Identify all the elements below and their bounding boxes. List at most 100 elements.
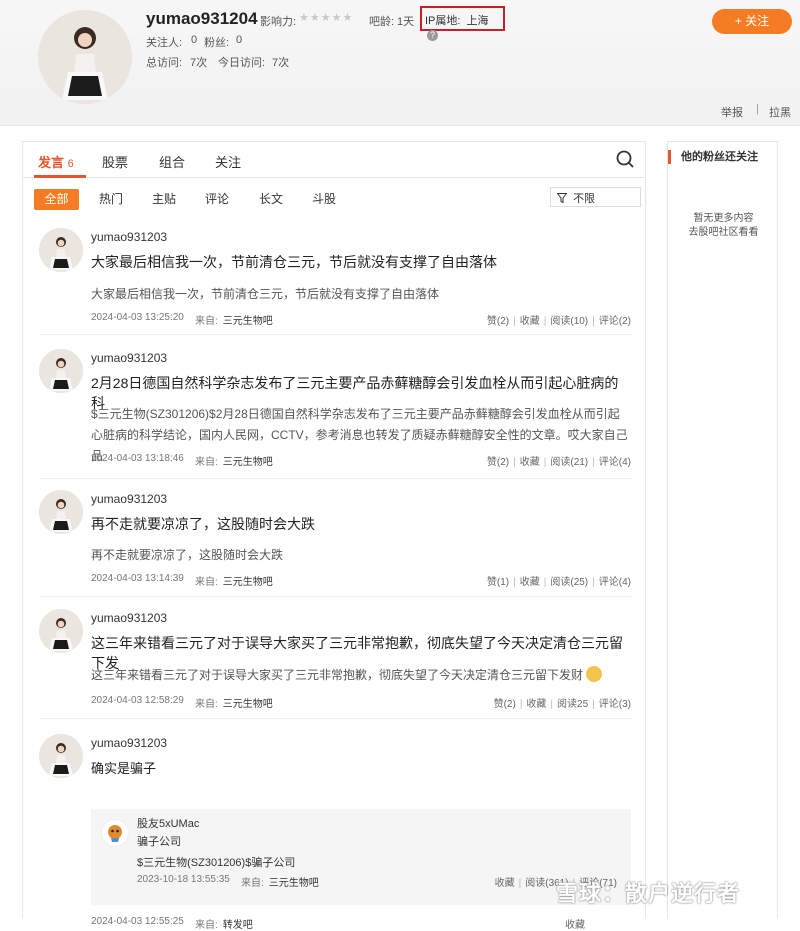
profile-avatar[interactable] <box>38 10 132 104</box>
favorite-link[interactable]: 收藏 <box>526 699 546 710</box>
like-link[interactable]: 赞(2) <box>487 316 509 327</box>
reposted-content[interactable]: 股友5xUMac 骗子公司 $三元生物(SZ301206)$骗子公司 2023-… <box>91 809 631 905</box>
post-time: 2024-04-03 13:18:46 <box>91 453 184 464</box>
post-source-label: 来自: <box>195 316 218 327</box>
tab-portfolio[interactable]: 组合 <box>159 152 185 171</box>
repost-avatar[interactable] <box>101 819 129 847</box>
repost-username[interactable]: 股友5xUMac <box>137 815 199 831</box>
post-source: 来自: 三元生物吧 <box>195 312 273 327</box>
avatar[interactable] <box>39 734 83 778</box>
comment-link[interactable]: 评论(2) <box>599 316 631 327</box>
post-title[interactable]: 再不走就要凉凉了，这股随时会大跌 <box>91 514 315 534</box>
following-label: 关注人: <box>146 37 183 49</box>
favorite-link[interactable]: 收藏 <box>520 316 540 327</box>
total-visits-label: 总访问: <box>146 57 183 69</box>
empty-message: 暂无更多内容 <box>693 213 754 224</box>
post-source-link[interactable]: 三元生物吧 <box>223 316 273 327</box>
like-link[interactable]: 赞(2) <box>487 457 509 468</box>
repost-source: 来自: 三元生物吧 <box>241 874 319 889</box>
avatar[interactable] <box>39 490 83 534</box>
post-source: 来自: 三元生物吧 <box>195 453 273 468</box>
filter-select[interactable]: 不限 <box>550 187 641 207</box>
block-link[interactable]: 拉黑 <box>769 104 791 120</box>
post-stats: 收藏 <box>565 916 585 931</box>
search-icon[interactable] <box>616 150 634 168</box>
avatar[interactable] <box>39 228 83 272</box>
post-source-link[interactable]: 三元生物吧 <box>223 699 273 710</box>
read-count[interactable]: 阅读(21) <box>550 457 588 468</box>
favorite-link[interactable]: 收藏 <box>520 457 540 468</box>
comment-link[interactable]: 评论(4) <box>599 577 631 588</box>
post-source-link[interactable]: 三元生物吧 <box>223 577 273 588</box>
repost-title[interactable]: 骗子公司 <box>137 833 181 849</box>
repost-source-label: 来自: <box>241 878 264 889</box>
post-time: 2024-04-03 12:58:29 <box>91 695 184 706</box>
post-username[interactable]: yumao931203 <box>91 351 167 365</box>
repost-body: $三元生物(SZ301206)$骗子公司 <box>137 857 296 869</box>
tab-follow[interactable]: 关注 <box>215 152 241 171</box>
favorite-link[interactable]: 收藏 <box>495 878 515 889</box>
filter-comment[interactable]: 评论 <box>205 190 229 207</box>
post-username[interactable]: yumao931203 <box>91 230 167 244</box>
ip-value: 上海 <box>466 15 489 27</box>
post-body-text: 这三年来错看三元了对于误导大家买了三元非常抱歉，彻底失望了今天决定清仓三元留下发… <box>91 668 584 682</box>
filter-long-article[interactable]: 长文 <box>259 190 283 207</box>
filter-hot[interactable]: 热门 <box>99 190 123 207</box>
post-username[interactable]: yumao931203 <box>91 492 167 506</box>
post-title[interactable]: 大家最后相信我一次，节前清仓三元，节后就没有支撑了自由落体 <box>91 252 497 272</box>
post-time: 2024-04-03 13:25:20 <box>91 312 184 323</box>
repost-time: 2023-10-18 13:55:35 <box>137 874 230 885</box>
like-link[interactable]: 赞(2) <box>494 699 516 710</box>
comment-link[interactable]: 评论(3) <box>599 699 631 710</box>
fans-count[interactable]: 0 <box>236 34 242 46</box>
post-source: 来自: 转发吧 <box>195 916 253 931</box>
tab-posts-label: 发言 <box>38 155 65 170</box>
favorite-link[interactable]: 收藏 <box>565 920 585 931</box>
comment-link[interactable]: 评论(4) <box>599 457 631 468</box>
post-item: yumao931203 大家最后相信我一次，节前清仓三元，节后就没有支撑了自由落… <box>39 228 631 335</box>
post-source-label: 来自: <box>195 577 218 588</box>
post-body: 这三年来错看三元了对于误导大家买了三元非常抱歉，彻底失望了今天决定清仓三元留下发… <box>91 665 631 686</box>
post-source-link[interactable]: 三元生物吧 <box>223 457 273 468</box>
influence-label: 影响力: <box>260 16 297 28</box>
help-icon[interactable]: ? <box>427 30 438 41</box>
like-link[interactable]: 赞(1) <box>487 577 509 588</box>
header-separator: | <box>756 103 759 115</box>
following-count[interactable]: 0 <box>191 34 197 46</box>
post-username[interactable]: yumao931203 <box>91 611 167 625</box>
post-source-label: 来自: <box>195 920 218 931</box>
total-visits-value: 7次 <box>190 57 208 69</box>
tab-stocks[interactable]: 股票 <box>102 152 128 171</box>
sad-emoji-icon <box>586 666 603 682</box>
tab-posts-count: 6 <box>67 158 74 170</box>
today-visits-value: 7次 <box>272 57 290 69</box>
avatar[interactable] <box>39 609 83 653</box>
post-source-link[interactable]: 转发吧 <box>223 920 253 931</box>
tab-posts[interactable]: 发言 6 <box>38 152 74 171</box>
post-username[interactable]: yumao931203 <box>91 736 167 750</box>
follow-button[interactable]: + 关注 <box>712 9 792 34</box>
bar-age-value: 1天 <box>397 16 415 28</box>
filter-main-post[interactable]: 主贴 <box>152 190 176 207</box>
post-body: 大家最后相信我一次，节前清仓三元，节后就没有支撑了自由落体 <box>91 287 440 301</box>
community-link[interactable]: 去股吧社区看看 <box>668 226 779 240</box>
ip-location: IP属地: 上海 ? <box>420 6 505 41</box>
post-title[interactable]: 确实是骗子 <box>91 758 156 777</box>
profile-tabs: 发言 6 股票 组合 关注 <box>23 142 645 178</box>
filter-all[interactable]: 全部 <box>34 189 79 210</box>
post-source-label: 来自: <box>195 457 218 468</box>
post-stats: 赞(1) | 收藏 | 阅读(25) | 评论(4) <box>486 577 631 588</box>
filter-fight[interactable]: 斗股 <box>312 190 336 207</box>
read-count[interactable]: 阅读(25) <box>550 577 588 588</box>
side-panel-title: 他的粉丝还关注 <box>668 150 758 164</box>
read-count[interactable]: 阅读25 <box>557 699 588 710</box>
repost-source-link[interactable]: 三元生物吧 <box>269 878 319 889</box>
favorite-link[interactable]: 收藏 <box>520 577 540 588</box>
post-item: yumao931203 2月28日德国自然科学杂志发布了三元主要产品赤藓糖醇会引… <box>39 349 631 479</box>
fans-label: 粉丝: <box>204 37 230 49</box>
read-count[interactable]: 阅读(10) <box>550 316 588 327</box>
report-link[interactable]: 举报 <box>721 104 743 120</box>
avatar[interactable] <box>39 349 83 393</box>
fans-also-follow-panel: 他的粉丝还关注 暂无更多内容 去股吧社区看看 <box>667 141 778 918</box>
post-item: yumao931203 这三年来错看三元了对于误导大家买了三元非常抱歉，彻底失望… <box>39 609 631 719</box>
